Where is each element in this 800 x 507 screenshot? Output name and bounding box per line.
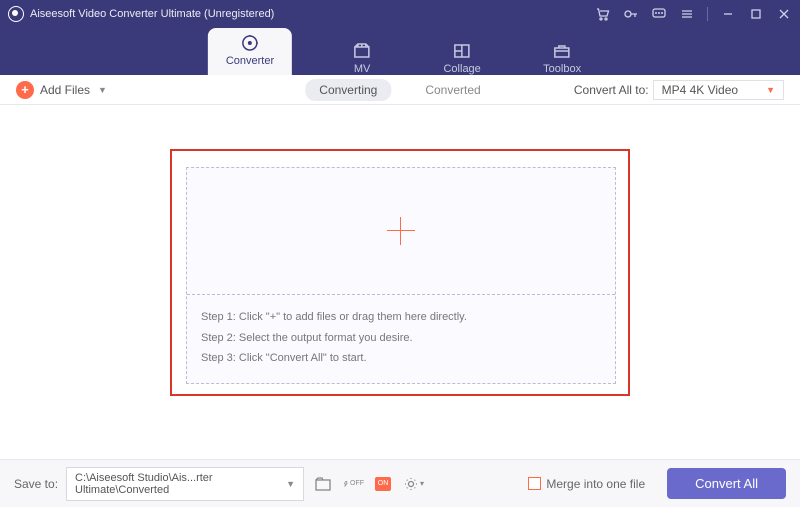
merge-checkbox[interactable]: Merge into one file: [528, 477, 645, 491]
gpu-button[interactable]: ON: [372, 474, 394, 494]
app-title: Aiseesoft Video Converter Ultimate (Unre…: [30, 8, 274, 20]
save-to-label: Save to:: [14, 477, 58, 491]
converter-icon: [240, 34, 260, 52]
big-plus-icon: [387, 217, 415, 245]
subtab-converted[interactable]: Converted: [411, 79, 494, 101]
minimize-icon[interactable]: [720, 6, 736, 22]
toolbox-icon: [552, 42, 572, 60]
chevron-down-icon: ▼: [766, 85, 775, 95]
tab-mv-label: MV: [354, 63, 371, 75]
output-format-value: MP4 4K Video: [662, 83, 739, 97]
toolbar: + Add Files ▼ Converting Converted Conve…: [0, 75, 800, 105]
output-format-dropdown[interactable]: MP4 4K Video ▼: [653, 80, 784, 100]
main-canvas: Step 1: Click "+" to add files or drag t…: [0, 105, 800, 440]
tab-toolbox[interactable]: Toolbox: [532, 42, 592, 75]
key-icon[interactable]: [623, 6, 639, 22]
titlebar: Aiseesoft Video Converter Ultimate (Unre…: [0, 0, 800, 75]
feedback-icon[interactable]: [651, 6, 667, 22]
dropzone[interactable]: Step 1: Click "+" to add files or drag t…: [186, 167, 616, 385]
hardware-accel-button[interactable]: OFF: [342, 474, 364, 494]
gpu-badge: ON: [375, 477, 391, 491]
step-2-text: Step 2: Select the output format you des…: [201, 328, 601, 349]
collage-icon: [452, 42, 472, 60]
save-path-value: C:\Aiseesoft Studio\Ais...rter Ultimate\…: [75, 472, 286, 496]
tab-collage-label: Collage: [443, 63, 480, 75]
add-files-label: Add Files: [40, 83, 90, 97]
merge-label: Merge into one file: [546, 477, 645, 491]
instructions: Step 1: Click "+" to add files or drag t…: [187, 295, 615, 384]
tab-converter[interactable]: Converter: [208, 28, 292, 75]
save-path-dropdown[interactable]: C:\Aiseesoft Studio\Ais...rter Ultimate\…: [66, 467, 304, 501]
tab-converter-label: Converter: [226, 55, 274, 67]
dropzone-add-area[interactable]: [187, 168, 615, 294]
checkbox-icon: [528, 477, 541, 490]
app-logo-icon: [8, 6, 24, 22]
footer: Save to: C:\Aiseesoft Studio\Ais...rter …: [0, 459, 800, 507]
tab-toolbox-label: Toolbox: [543, 63, 581, 75]
step-3-text: Step 3: Click "Convert All" to start.: [201, 348, 601, 369]
divider: [707, 7, 708, 21]
chevron-down-icon: ▼: [286, 479, 295, 489]
settings-button[interactable]: ▾: [402, 474, 424, 494]
maximize-icon[interactable]: [748, 6, 764, 22]
highlight-box: Step 1: Click "+" to add files or drag t…: [170, 149, 630, 397]
convert-all-to-label: Convert All to:: [574, 83, 649, 97]
chevron-down-icon: ▼: [98, 85, 107, 95]
main-tabs: Converter MV Collage Toolbox: [208, 28, 592, 75]
subtab-converting[interactable]: Converting: [305, 79, 391, 101]
mv-icon: [352, 42, 372, 60]
tab-mv[interactable]: MV: [332, 42, 392, 75]
plus-icon: +: [16, 81, 34, 99]
open-folder-button[interactable]: [312, 474, 334, 494]
menu-icon[interactable]: [679, 6, 695, 22]
convert-all-button[interactable]: Convert All: [667, 468, 786, 499]
add-files-button[interactable]: + Add Files ▼: [16, 81, 107, 99]
tab-collage[interactable]: Collage: [432, 42, 492, 75]
close-icon[interactable]: [776, 6, 792, 22]
cart-icon[interactable]: [595, 6, 611, 22]
step-1-text: Step 1: Click "+" to add files or drag t…: [201, 307, 601, 328]
